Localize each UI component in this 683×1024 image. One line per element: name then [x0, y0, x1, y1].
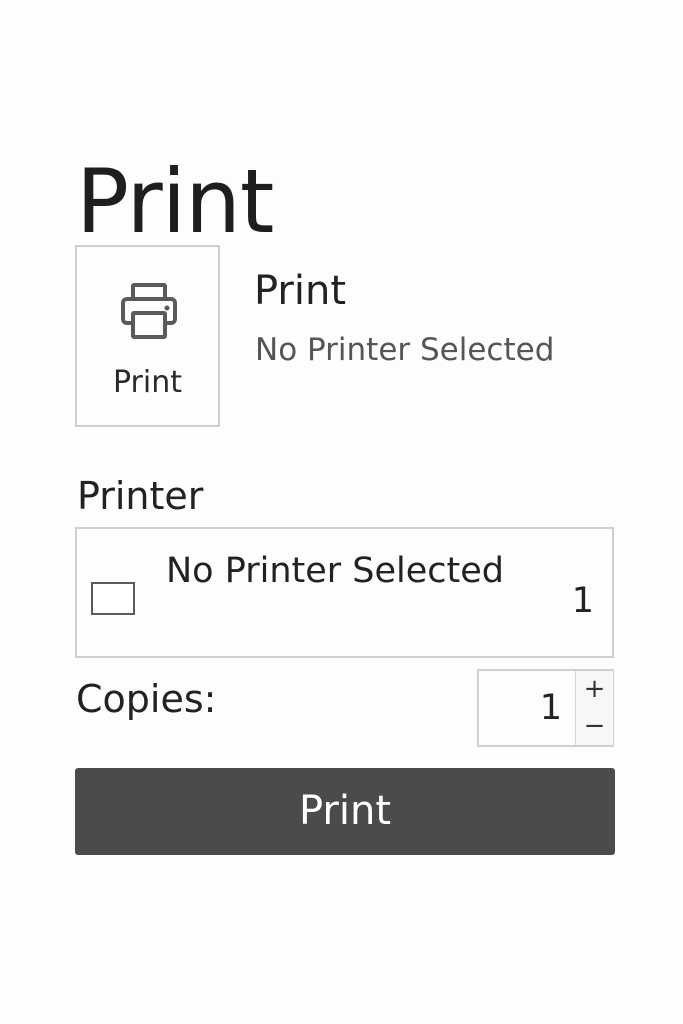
printer-status-text: No Printer Selected: [255, 332, 555, 368]
print-button[interactable]: Print: [75, 768, 615, 855]
printer-dropdown[interactable]: No Printer Selected 1: [75, 527, 614, 658]
printer-box-icon: [91, 582, 135, 615]
increment-button[interactable]: +: [576, 671, 613, 708]
copies-input[interactable]: [479, 671, 574, 745]
print-tile-button[interactable]: Print: [75, 245, 220, 427]
stepper-buttons: + −: [575, 671, 613, 745]
page-title: Print: [76, 149, 274, 253]
printer-icon: [117, 279, 181, 343]
printer-section-label: Printer: [77, 474, 204, 518]
copies-label: Copies:: [76, 677, 217, 721]
printer-count: 1: [571, 581, 594, 621]
print-tile-label: Print: [112, 365, 182, 400]
copies-stepper: + −: [477, 669, 614, 747]
decrement-button[interactable]: −: [576, 708, 613, 745]
print-info-title: Print: [254, 268, 347, 314]
printer-selected-name: No Printer Selected: [166, 551, 505, 591]
